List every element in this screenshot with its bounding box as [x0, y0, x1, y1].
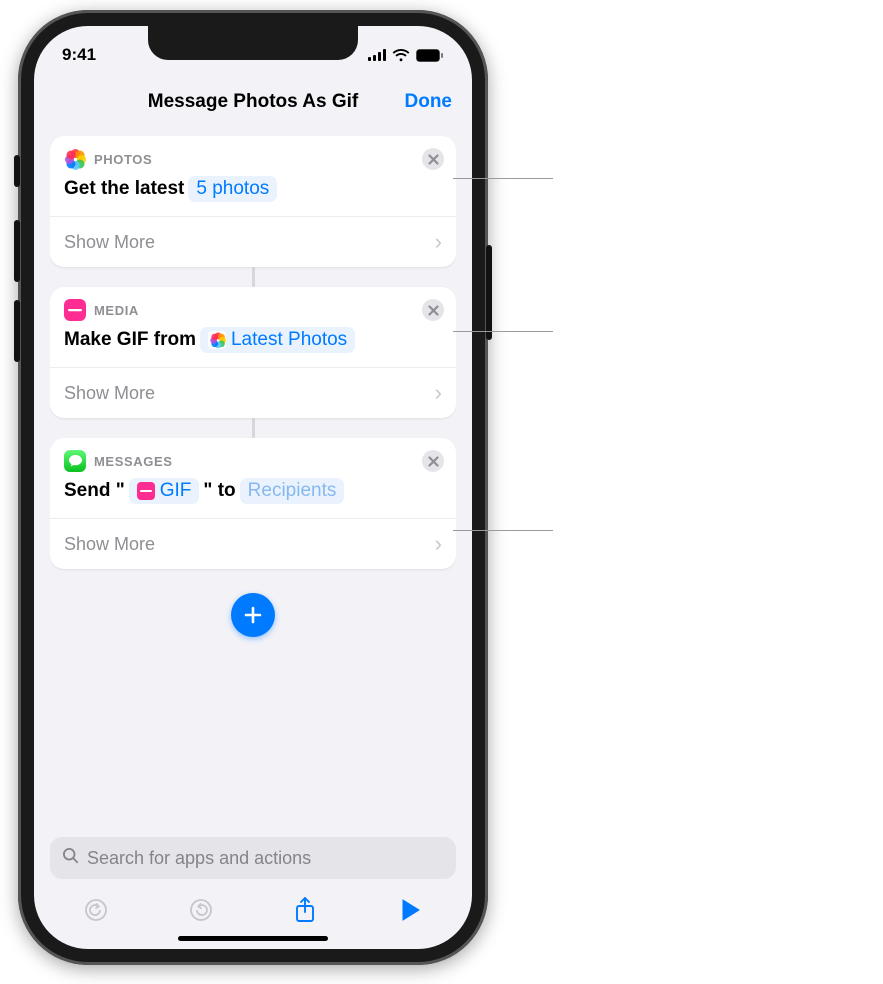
wifi-icon [392, 49, 410, 62]
play-button[interactable] [388, 888, 432, 932]
delete-action-button[interactable] [422, 450, 444, 472]
messages-icon [64, 450, 86, 472]
parameter-token[interactable]: GIF [129, 478, 200, 504]
undo-button[interactable] [74, 888, 118, 932]
callout-line [453, 331, 553, 332]
action-body: Make GIF from [50, 325, 456, 367]
token-text: Latest Photos [231, 329, 347, 351]
flow-connector [252, 418, 255, 438]
parameter-token[interactable]: Latest Photos [200, 327, 355, 353]
screen: 9:41 Message Photos As Gif Done [34, 26, 472, 949]
show-more-button[interactable]: Show More › [50, 216, 456, 267]
action-card-photos[interactable]: PHOTOS Get the latest 5 photos Show More… [50, 136, 456, 267]
action-body: Send " GIF " to Recipients [50, 476, 456, 518]
show-more-button[interactable]: Show More › [50, 367, 456, 418]
action-app-label: MEDIA [94, 303, 139, 318]
page-title: Message Photos As Gif [148, 91, 358, 113]
parameter-token-placeholder[interactable]: Recipients [240, 478, 345, 504]
photos-mini-icon [208, 331, 226, 349]
volume-up-button [14, 220, 20, 282]
done-button[interactable]: Done [405, 91, 453, 113]
action-app-label: PHOTOS [94, 152, 152, 167]
chevron-right-icon: › [435, 380, 442, 406]
delete-action-button[interactable] [422, 299, 444, 321]
chevron-right-icon: › [435, 531, 442, 557]
action-text: Send " [64, 480, 125, 502]
action-body: Get the latest 5 photos [50, 174, 456, 216]
show-more-button[interactable]: Show More › [50, 518, 456, 569]
phone-frame: 9:41 Message Photos As Gif Done [18, 10, 488, 965]
show-more-label: Show More [64, 534, 155, 555]
action-card-media[interactable]: MEDIA Make GIF from [50, 287, 456, 418]
editor-content: PHOTOS Get the latest 5 photos Show More… [50, 136, 456, 829]
delete-action-button[interactable] [422, 148, 444, 170]
cellular-icon [368, 49, 386, 61]
action-text: Make GIF from [64, 329, 196, 351]
notch [148, 26, 358, 60]
nav-bar: Message Photos As Gif Done [34, 76, 472, 128]
status-time: 9:41 [62, 45, 96, 65]
media-icon [64, 299, 86, 321]
chevron-right-icon: › [435, 229, 442, 255]
flow-connector [252, 267, 255, 287]
mute-switch [14, 155, 20, 187]
action-card-messages[interactable]: MESSAGES Send " GIF " to Recipients [50, 438, 456, 569]
action-app-label: MESSAGES [94, 454, 172, 469]
show-more-label: Show More [64, 232, 155, 253]
status-icons [368, 49, 444, 62]
callout-line [453, 530, 553, 531]
parameter-token[interactable]: 5 photos [188, 176, 277, 202]
media-mini-icon [137, 482, 155, 500]
bottom-toolbar [34, 885, 472, 935]
search-bar[interactable] [50, 837, 456, 879]
add-action-button[interactable] [231, 593, 275, 637]
show-more-label: Show More [64, 383, 155, 404]
share-button[interactable] [283, 888, 327, 932]
action-text: " to [203, 480, 235, 502]
photos-icon [64, 148, 86, 170]
search-input[interactable] [87, 848, 444, 869]
redo-button[interactable] [179, 888, 223, 932]
token-text: GIF [160, 480, 192, 502]
side-button [486, 245, 492, 340]
token-text: Recipients [248, 480, 337, 502]
home-indicator[interactable] [178, 936, 328, 941]
battery-icon [416, 49, 444, 62]
volume-down-button [14, 300, 20, 362]
callout-line [453, 178, 553, 179]
action-text: Get the latest [64, 178, 184, 200]
search-icon [62, 847, 79, 869]
token-text: 5 photos [196, 178, 269, 200]
